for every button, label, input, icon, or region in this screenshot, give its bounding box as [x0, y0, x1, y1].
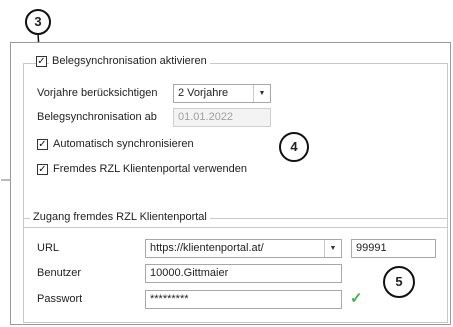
auto-sync-checkbox[interactable]: ✓: [37, 139, 48, 150]
user-label: Benutzer: [37, 267, 82, 279]
callout-5-label: 5: [395, 274, 403, 289]
user-value: 10000.Gittmaier: [150, 267, 229, 279]
enable-sync-checkbox[interactable]: ✓: [36, 56, 47, 67]
callout-4-label: 4: [290, 139, 298, 154]
url-value: https://klientenportal.at/: [150, 242, 264, 254]
foreign-portal-checkbox[interactable]: ✓: [37, 164, 48, 175]
enable-sync-label[interactable]: Belegsynchronisation aktivieren: [49, 55, 210, 67]
access-group-title: Zugang fremdes RZL Klientenportal: [30, 211, 210, 223]
callout-4: 4: [279, 132, 309, 162]
port-value: 99991: [356, 242, 387, 254]
password-label: Passwort: [37, 293, 83, 305]
password-field[interactable]: *********: [145, 290, 342, 309]
port-field[interactable]: 99991: [351, 239, 436, 258]
password-value: *********: [150, 293, 189, 305]
chevron-down-icon[interactable]: ▼: [324, 240, 341, 257]
from-date-label: Belegsynchronisation ab: [37, 111, 157, 123]
callout-5: 5: [383, 266, 415, 298]
auto-sync-label[interactable]: Automatisch synchronisieren: [53, 138, 194, 150]
check-icon: ✓: [38, 164, 47, 175]
foreign-portal-label[interactable]: Fremdes RZL Klientenportal verwenden: [53, 163, 247, 175]
years-dropdown-value: 2 Vorjahre: [178, 87, 229, 99]
user-field[interactable]: 10000.Gittmaier: [145, 264, 342, 283]
chevron-down-icon[interactable]: ▼: [253, 85, 270, 102]
check-icon: ✓: [38, 139, 47, 150]
check-icon: ✓: [37, 56, 46, 67]
from-date-value: 01.01.2022: [178, 111, 234, 123]
url-label: URL: [37, 242, 60, 254]
from-date-field: 01.01.2022: [173, 108, 271, 127]
url-dropdown[interactable]: https://klientenportal.at/ ▼: [145, 239, 342, 258]
years-label: Vorjahre berücksichtigen: [37, 87, 158, 99]
password-valid-check-icon: ✓: [350, 290, 363, 307]
years-dropdown[interactable]: 2 Vorjahre ▼: [173, 84, 271, 103]
